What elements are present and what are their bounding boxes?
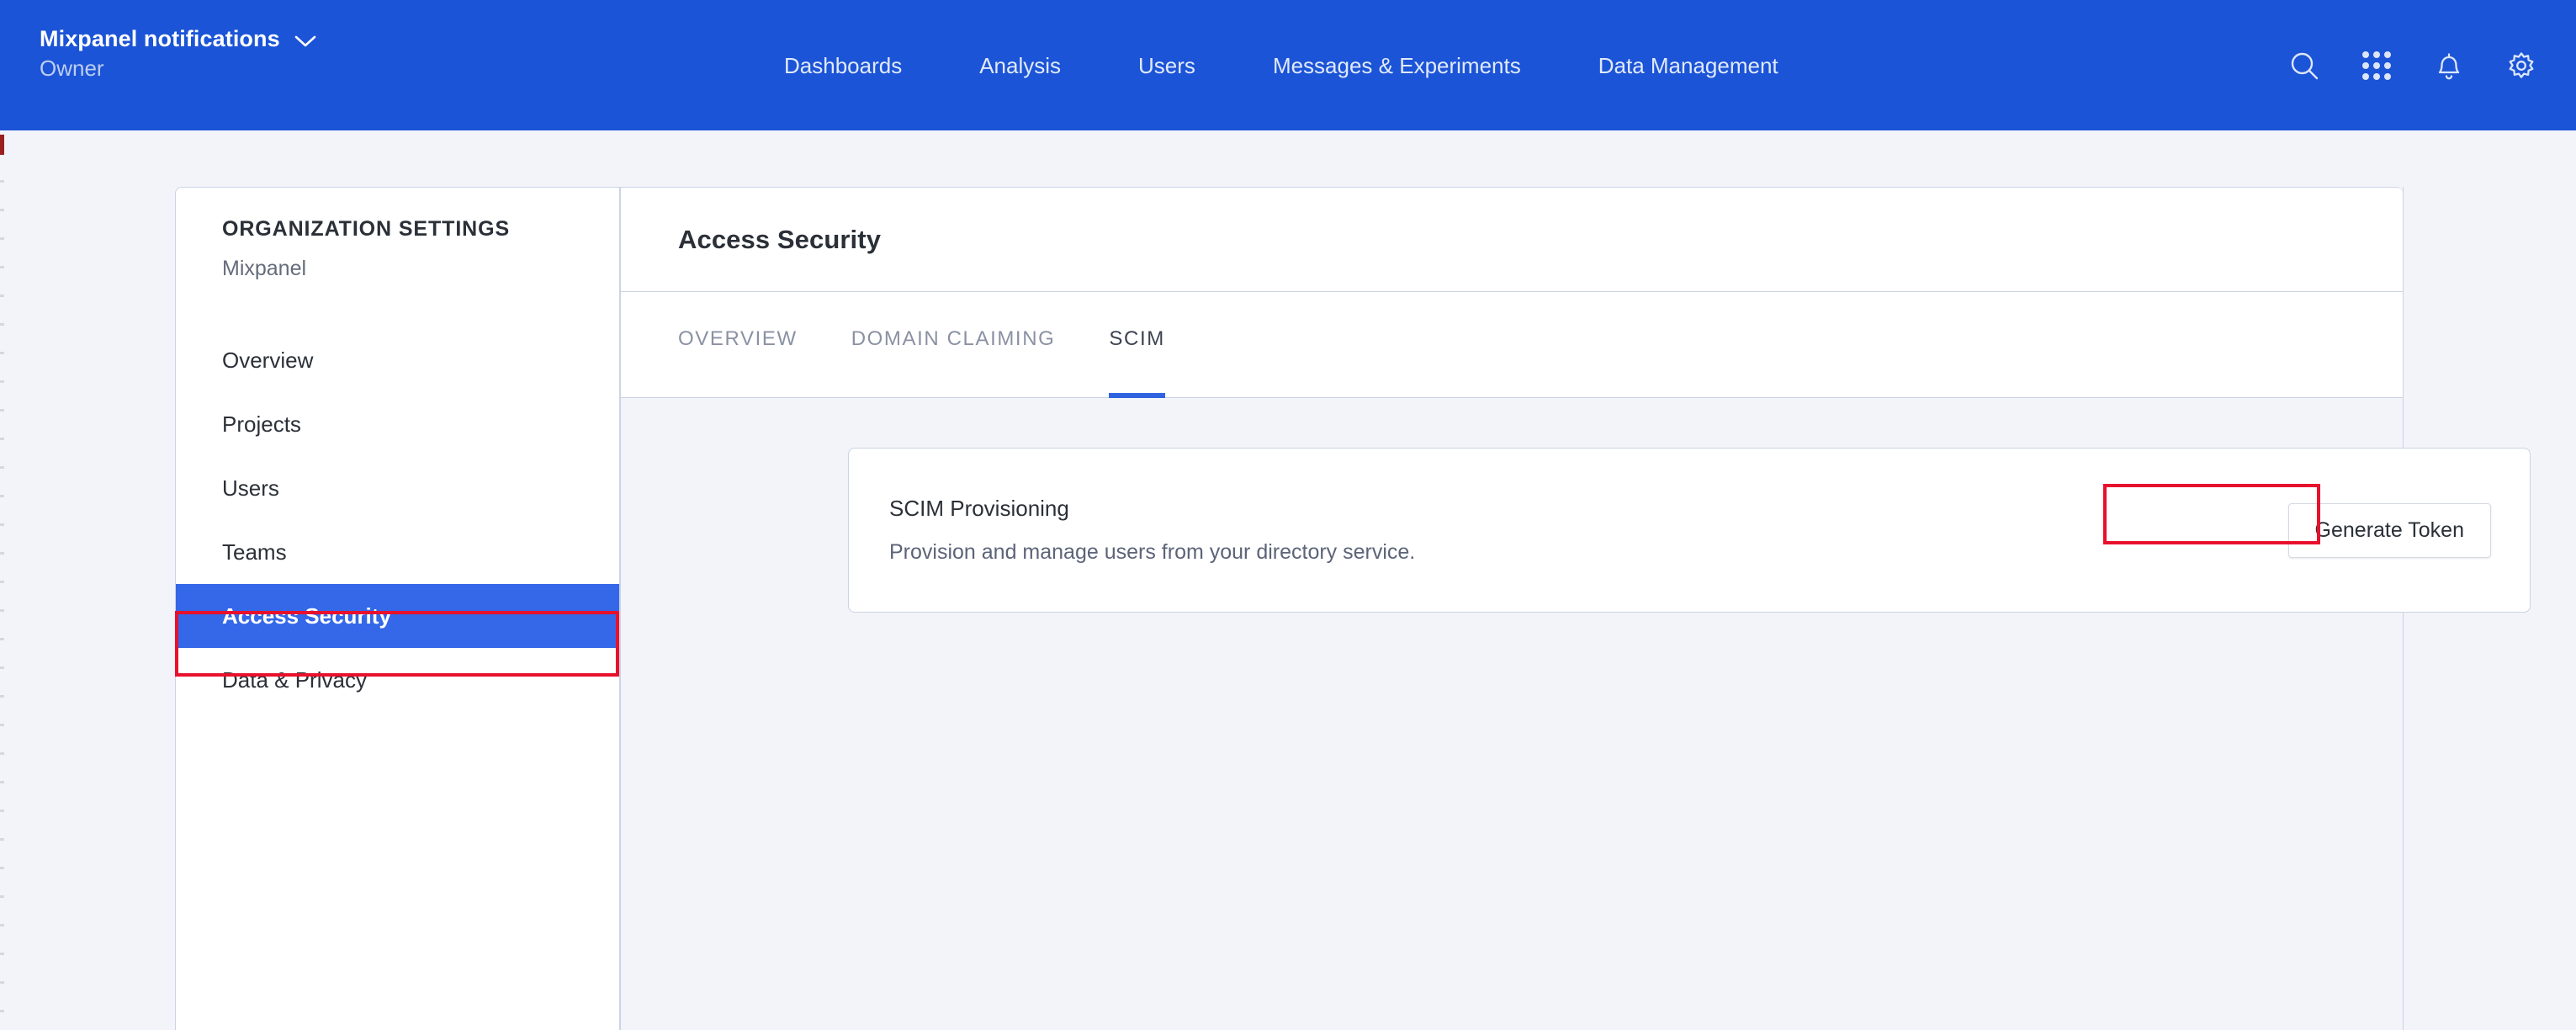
sidebar-item-teams[interactable]: Teams [176, 520, 619, 584]
bell-icon[interactable] [2430, 46, 2468, 85]
settings-sidebar: ORGANIZATION SETTINGS Mixpanel Overview … [175, 187, 620, 1030]
panel-header: Access Security [620, 187, 2403, 292]
scim-provisioning-card: SCIM Provisioning Provision and manage u… [848, 448, 2531, 613]
chevron-down-icon [294, 35, 316, 47]
org-switcher[interactable]: Mixpanel notifications Owner [40, 26, 316, 81]
sidebar-nav-list: Overview Projects Users Teams Access Sec… [176, 328, 619, 712]
tab-overview[interactable]: OVERVIEW [678, 292, 798, 398]
org-name: Mixpanel notifications [40, 26, 280, 51]
page-title: Access Security [678, 224, 882, 254]
tab-strip: OVERVIEW DOMAIN CLAIMING SCIM [620, 292, 2403, 398]
generate-token-button[interactable]: Generate Token [2287, 502, 2491, 558]
sidebar-item-label: Users [222, 475, 279, 501]
org-switcher-title-row: Mixpanel notifications [40, 26, 316, 52]
tab-scim[interactable]: SCIM [1109, 292, 1166, 398]
nav-item-users[interactable]: Users [1100, 55, 1234, 77]
search-icon[interactable] [2285, 46, 2324, 85]
left-edge-scroll-rail [0, 66, 4, 1030]
sidebar-item-users[interactable]: Users [176, 456, 619, 520]
main-nav: Dashboards Analysis Users Messages & Exp… [745, 0, 1817, 130]
sidebar-eyebrow: ORGANIZATION SETTINGS [222, 217, 511, 241]
sidebar-item-label: Data & Privacy [222, 666, 367, 693]
sidebar-item-projects[interactable]: Projects [176, 392, 619, 456]
app-page: Mixpanel notifications Owner Dashboards … [0, 0, 2576, 1030]
nav-item-dashboards[interactable]: Dashboards [745, 55, 941, 77]
nav-item-data-management[interactable]: Data Management [1560, 55, 1817, 77]
scim-card-text: SCIM Provisioning Provision and manage u… [889, 496, 1415, 565]
left-edge-marker [0, 135, 4, 155]
sidebar-item-overview[interactable]: Overview [176, 328, 619, 392]
settings-content-panel: Access Security OVERVIEW DOMAIN CLAIMING… [620, 187, 2531, 1030]
tab-label: OVERVIEW [678, 327, 798, 350]
tab-domain-claiming[interactable]: DOMAIN CLAIMING [851, 292, 1056, 398]
sidebar-item-data-privacy[interactable]: Data & Privacy [176, 648, 619, 712]
tab-label: SCIM [1109, 327, 1165, 350]
settings-shell: ORGANIZATION SETTINGS Mixpanel Overview … [175, 187, 2531, 1030]
sidebar-item-label: Overview [222, 347, 314, 373]
apps-grid-icon[interactable] [2357, 46, 2396, 85]
top-action-icons [2285, 0, 2541, 130]
nav-item-analysis[interactable]: Analysis [941, 55, 1100, 77]
sidebar-item-label: Access Security [222, 603, 391, 629]
sidebar-item-access-security[interactable]: Access Security [176, 584, 619, 648]
sidebar-org-name: Mixpanel [222, 257, 307, 280]
scim-card-title: SCIM Provisioning [889, 496, 1069, 521]
org-role: Owner [40, 55, 104, 81]
top-navigation-bar: Mixpanel notifications Owner Dashboards … [0, 0, 2576, 130]
sidebar-item-label: Projects [222, 411, 301, 437]
sidebar-item-label: Teams [222, 539, 287, 565]
panel-body: SCIM Provisioning Provision and manage u… [620, 398, 2531, 1030]
gear-icon[interactable] [2502, 46, 2541, 85]
sidebar-header: ORGANIZATION SETTINGS Mixpanel [176, 188, 619, 281]
nav-item-messages-experiments[interactable]: Messages & Experiments [1234, 55, 1560, 77]
scim-card-description: Provision and manage users from your dir… [889, 540, 1416, 564]
tab-label: DOMAIN CLAIMING [851, 327, 1056, 350]
generate-token-button-wrap: Generate Token [2287, 502, 2491, 558]
